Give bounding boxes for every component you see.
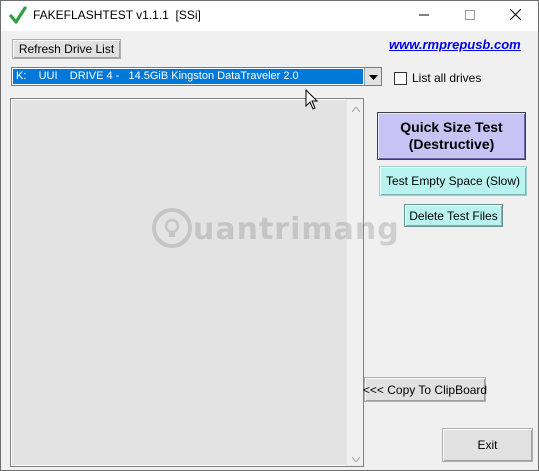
chevron-down-icon [368, 70, 378, 84]
drive-select[interactable]: K: UUI DRIVE 4 - 14.5GiB Kingston DataTr… [11, 67, 382, 86]
window-title: FAKEFLASHTEST v1.1.1 [SSi] [33, 8, 201, 22]
close-button[interactable] [492, 1, 538, 31]
app-window: FAKEFLASHTEST v1.1.1 [SSi] Refresh Drive… [0, 0, 539, 471]
scroll-up-button[interactable] [347, 99, 364, 116]
list-all-drives-option[interactable]: List all drives [394, 71, 481, 85]
minimize-icon [419, 9, 429, 23]
drive-select-value: K: UUI DRIVE 4 - 14.5GiB Kingston DataTr… [13, 69, 363, 84]
watermark: uantrimang [151, 207, 400, 252]
title-bar[interactable]: FAKEFLASHTEST v1.1.1 [SSi] [1, 1, 538, 31]
copy-to-clipboard-button[interactable]: <<< Copy To ClipBoard [363, 377, 487, 402]
maximize-icon [465, 9, 475, 23]
output-log-box[interactable] [10, 98, 364, 467]
scroll-down-button[interactable] [347, 449, 364, 466]
lightbulb-logo-icon [151, 207, 193, 252]
exit-button[interactable]: Exit [442, 428, 533, 462]
delete-test-files-button[interactable]: Delete Test Files [404, 204, 503, 227]
watermark-text: uantrimang [193, 212, 400, 247]
green-check-icon [9, 5, 27, 25]
minimize-button[interactable] [401, 1, 447, 31]
maximize-button[interactable] [447, 1, 493, 31]
list-all-drives-checkbox[interactable] [394, 71, 407, 85]
mouse-cursor-icon [305, 88, 319, 111]
chevron-up-icon [351, 101, 360, 115]
rmprepusb-link[interactable]: www.rmprepusb.com [389, 37, 521, 52]
drive-select-dropdown-button[interactable] [364, 68, 381, 85]
close-icon [509, 8, 521, 23]
refresh-drive-list-button[interactable]: Refresh Drive List [12, 39, 121, 59]
client-area: Refresh Drive List www.rmprepusb.com K: … [1, 31, 538, 470]
list-all-drives-label: List all drives [412, 71, 482, 85]
output-log-content [12, 100, 347, 465]
test-empty-space-button[interactable]: Test Empty Space (Slow) [379, 166, 527, 196]
vertical-scrollbar[interactable] [346, 99, 363, 466]
chevron-down-icon [351, 451, 360, 465]
quick-size-test-button[interactable]: Quick Size Test (Destructive) [377, 112, 526, 160]
